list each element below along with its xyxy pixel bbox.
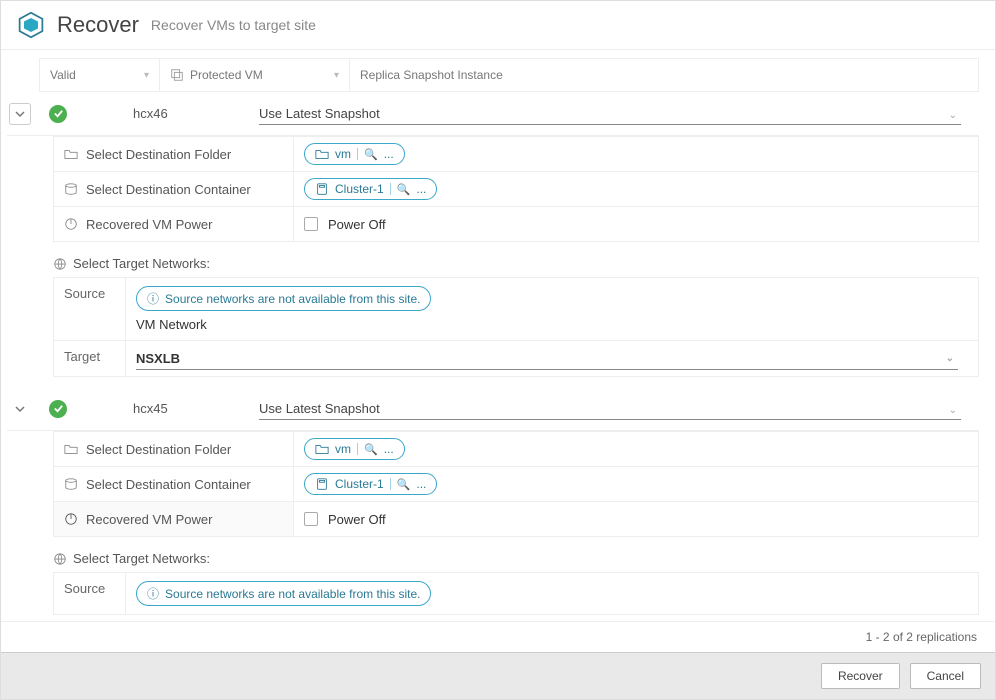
power-off-checkbox[interactable]: [304, 217, 318, 231]
search-icon: 🔍: [397, 478, 411, 491]
vm-stack-icon: [170, 68, 184, 82]
dest-folder-value: vm: [335, 147, 351, 161]
vm-row-header: hcx45 Use Latest Snapshot ⌄: [7, 387, 979, 431]
folder-icon: [64, 442, 78, 456]
column-valid-label: Valid: [50, 68, 76, 82]
target-network-value: NSXLB: [136, 351, 180, 366]
source-label: Source: [54, 278, 126, 340]
expand-toggle[interactable]: [9, 398, 31, 420]
search-icon: 🔍: [364, 443, 378, 456]
target-label: Target: [54, 341, 126, 376]
vm-properties: Select Destination Folder vm 🔍 ...: [53, 431, 979, 537]
network-icon: [53, 257, 67, 271]
snapshot-value: Use Latest Snapshot: [259, 106, 380, 121]
snapshot-select[interactable]: Use Latest Snapshot ⌄: [259, 104, 979, 123]
info-icon: ⓘ: [147, 290, 159, 307]
chevron-down-icon: ⌄: [949, 110, 957, 121]
dialog-footer: Recover Cancel: [1, 652, 995, 699]
dest-folder-label: Select Destination Folder: [54, 137, 294, 171]
chevron-down-icon: ⌄: [949, 405, 957, 416]
search-icon: 🔍: [364, 148, 378, 161]
power-off-label: Power Off: [328, 217, 386, 232]
dialog-subtitle: Recover VMs to target site: [151, 17, 316, 33]
vm-row: hcx46 Use Latest Snapshot ⌄ Select Desti…: [7, 92, 979, 377]
vm-properties: Select Destination Folder vm 🔍 ...: [53, 136, 979, 242]
column-replica-snapshot: Replica Snapshot Instance: [350, 59, 978, 91]
network-icon: [53, 552, 67, 566]
search-icon: 🔍: [397, 183, 411, 196]
source-network-value: VM Network: [136, 317, 968, 332]
recover-dialog: Recover Recover VMs to target site Valid…: [0, 0, 996, 700]
filter-icon[interactable]: ▾: [334, 70, 339, 81]
cluster-icon: [315, 182, 329, 196]
column-vm-label: Protected VM: [190, 68, 263, 82]
status-ok-icon: [49, 400, 67, 418]
power-off-label: Power Off: [328, 512, 386, 527]
status-bar: 1 - 2 of 2 replications: [1, 621, 995, 652]
info-icon: ⓘ: [147, 585, 159, 602]
recover-button[interactable]: Recover: [821, 663, 900, 689]
vm-list[interactable]: hcx46 Use Latest Snapshot ⌄ Select Desti…: [1, 92, 995, 621]
pagination-text: 1 - 2 of 2 replications: [866, 630, 977, 644]
folder-icon: [315, 147, 329, 161]
source-warning: ⓘ Source networks are not available from…: [136, 581, 431, 606]
target-networks-heading: Select Target Networks:: [53, 256, 979, 271]
source-label: Source: [54, 573, 126, 614]
vm-power-label: Recovered VM Power: [54, 207, 294, 241]
dest-folder-value: vm: [335, 442, 351, 456]
dest-container-value: Cluster-1: [335, 477, 384, 491]
cancel-button[interactable]: Cancel: [910, 663, 981, 689]
target-networks-table: Source ⓘ Source networks are not availab…: [53, 572, 979, 615]
cluster-icon: [315, 477, 329, 491]
target-networks-heading: Select Target Networks:: [53, 551, 979, 566]
vm-row: hcx45 Use Latest Snapshot ⌄ Select Desti…: [7, 387, 979, 615]
vm-power-label: Recovered VM Power: [54, 502, 294, 536]
vm-name: hcx45: [73, 401, 253, 416]
dest-folder-picker[interactable]: vm 🔍 ...: [304, 438, 405, 460]
power-off-checkbox[interactable]: [304, 512, 318, 526]
status-ok-icon: [49, 105, 67, 123]
column-valid[interactable]: Valid ▾: [40, 59, 160, 91]
dest-container-picker[interactable]: Cluster-1 🔍 ...: [304, 178, 437, 200]
snapshot-value: Use Latest Snapshot: [259, 401, 380, 416]
recover-logo-icon: [17, 11, 45, 39]
column-snapshot-label: Replica Snapshot Instance: [360, 68, 503, 82]
dialog-header: Recover Recover VMs to target site: [1, 1, 995, 50]
target-network-select[interactable]: NSXLB ⌄: [136, 349, 968, 368]
dest-container-value: Cluster-1: [335, 182, 384, 196]
source-warning: ⓘ Source networks are not available from…: [136, 286, 431, 311]
folder-icon: [315, 442, 329, 456]
datastore-icon: [64, 182, 78, 196]
datastore-icon: [64, 477, 78, 491]
vm-row-header: hcx46 Use Latest Snapshot ⌄: [7, 92, 979, 136]
chevron-down-icon: ⌄: [946, 353, 954, 364]
power-icon: [64, 512, 78, 526]
dialog-title: Recover: [57, 12, 139, 38]
power-icon: [64, 217, 78, 231]
target-networks-table: Source ⓘ Source networks are not availab…: [53, 277, 979, 377]
dest-container-picker[interactable]: Cluster-1 🔍 ...: [304, 473, 437, 495]
dest-container-label: Select Destination Container: [54, 467, 294, 501]
expand-toggle[interactable]: [9, 103, 31, 125]
snapshot-select[interactable]: Use Latest Snapshot ⌄: [259, 399, 979, 418]
dest-container-label: Select Destination Container: [54, 172, 294, 206]
dest-folder-label: Select Destination Folder: [54, 432, 294, 466]
dest-folder-picker[interactable]: vm 🔍 ...: [304, 143, 405, 165]
folder-icon: [64, 147, 78, 161]
vm-name: hcx46: [73, 106, 253, 121]
filter-icon[interactable]: ▾: [144, 70, 149, 81]
column-protected-vm[interactable]: Protected VM ▾: [160, 59, 350, 91]
column-headers: Valid ▾ Protected VM ▾ Replica Snapshot …: [39, 58, 979, 92]
